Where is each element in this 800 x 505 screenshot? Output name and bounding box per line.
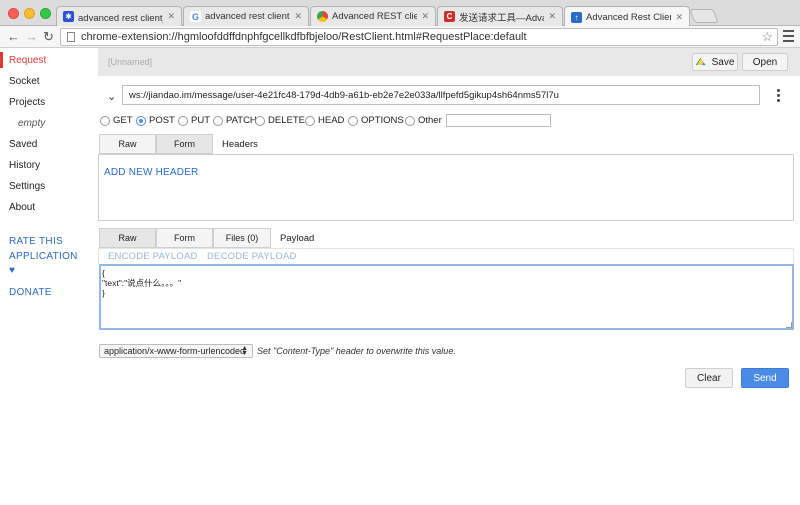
sidebar-item-settings[interactable]: Settings bbox=[9, 181, 45, 192]
close-icon[interactable]: ✕ bbox=[548, 11, 556, 22]
send-button[interactable]: Send bbox=[741, 368, 789, 388]
back-arrow-icon[interactable]: ← bbox=[7, 29, 20, 44]
page-icon bbox=[67, 32, 75, 42]
open-button[interactable]: Open bbox=[742, 53, 788, 71]
browser-tab-arc[interactable]: ↑ Advanced Rest Client Appl ✕ bbox=[564, 6, 690, 27]
active-indicator bbox=[0, 52, 3, 68]
method-radio-post[interactable]: POST bbox=[136, 115, 175, 126]
content-type-select[interactable]: application/x-www-form-urlencoded ▲ ▼ bbox=[99, 344, 253, 358]
browser-toolbar: ← → ↻ chrome-extension://hgmloofddffdnph… bbox=[0, 26, 800, 48]
encode-payload-button[interactable]: ENCODE PAYLOAD bbox=[108, 251, 198, 262]
bookmark-star-icon[interactable]: ☆ bbox=[761, 29, 773, 45]
payload-title: Payload bbox=[280, 233, 315, 244]
headers-tab-form[interactable]: Form bbox=[156, 134, 213, 154]
other-method-input[interactable] bbox=[446, 114, 551, 127]
sidebar-item-projects[interactable]: Projects bbox=[9, 97, 45, 108]
browser-tab-google[interactable]: G advanced rest client - Goo ✕ bbox=[183, 6, 309, 26]
minimize-window-button[interactable] bbox=[24, 8, 35, 19]
projects-empty-label: empty bbox=[18, 118, 46, 129]
headers-tab-raw[interactable]: Raw bbox=[99, 134, 156, 154]
reload-icon[interactable]: ↻ bbox=[43, 29, 54, 45]
headers-title: Headers bbox=[222, 139, 258, 150]
sidebar-item-history[interactable]: History bbox=[9, 160, 40, 171]
sidebar-item-about[interactable]: About bbox=[9, 202, 35, 213]
payload-textarea[interactable]: { "text":"说点什么。。。" } bbox=[99, 264, 794, 330]
method-radio-delete[interactable]: DELETE bbox=[255, 115, 305, 126]
payload-tab-files[interactable]: Files (0) bbox=[213, 228, 271, 248]
arc-app-icon: ↑ bbox=[571, 11, 582, 23]
method-radio-options[interactable]: OPTIONS bbox=[348, 115, 404, 126]
payload-tools-bar: ENCODE PAYLOAD DECODE PAYLOAD bbox=[98, 248, 794, 264]
sidebar-item-socket[interactable]: Socket bbox=[9, 76, 40, 87]
rate-app-link-line2[interactable]: APPLICATION bbox=[9, 251, 78, 262]
baidu-paw-icon: ✱ bbox=[63, 11, 74, 22]
close-window-button[interactable] bbox=[8, 8, 19, 19]
address-bar[interactable]: chrome-extension://hgmloofddffdnphfgcell… bbox=[60, 28, 778, 46]
method-radio-head[interactable]: HEAD bbox=[305, 115, 344, 126]
close-icon[interactable]: ✕ bbox=[294, 11, 302, 22]
clear-button[interactable]: Clear bbox=[685, 368, 733, 388]
new-tab-button[interactable] bbox=[689, 9, 719, 23]
more-options-icon[interactable] bbox=[777, 89, 780, 104]
method-radio-put[interactable]: PUT bbox=[178, 115, 210, 126]
headers-form-panel: ADD NEW HEADER bbox=[98, 154, 794, 221]
zoom-window-button[interactable] bbox=[40, 8, 51, 19]
heart-icon: ♥ bbox=[9, 265, 16, 276]
method-radio-get[interactable]: GET bbox=[100, 115, 133, 126]
method-radio-patch[interactable]: PATCH bbox=[213, 115, 257, 126]
add-new-header-link[interactable]: ADD NEW HEADER bbox=[104, 167, 198, 178]
browser-tab-csdn[interactable]: C 发送请求工具—Advanced R ✕ bbox=[437, 6, 563, 26]
decode-payload-button[interactable]: DECODE PAYLOAD bbox=[207, 251, 297, 262]
chevron-down-icon[interactable]: ⌄ bbox=[107, 90, 116, 103]
google-drive-icon bbox=[695, 57, 706, 66]
select-arrows-icon: ▲ ▼ bbox=[241, 345, 248, 357]
save-button[interactable]: Save bbox=[692, 53, 738, 71]
sidebar-item-request[interactable]: Request bbox=[9, 55, 46, 66]
method-radio-other[interactable]: Other bbox=[405, 115, 442, 126]
payload-tab-form[interactable]: Form bbox=[156, 228, 213, 248]
payload-tab-raw[interactable]: Raw bbox=[99, 228, 156, 248]
browser-tab-webstore[interactable]: Advanced REST client - Ch ✕ bbox=[310, 6, 436, 26]
chrome-webstore-icon bbox=[317, 11, 328, 22]
google-g-icon: G bbox=[190, 11, 201, 22]
sidebar: Request Socket Projects empty Saved Hist… bbox=[0, 48, 98, 505]
request-url-input[interactable]: ws://jiandao.im/message/user-4e21fc48-17… bbox=[122, 85, 760, 105]
resize-handle[interactable] bbox=[786, 322, 792, 328]
close-icon[interactable]: ✕ bbox=[421, 11, 429, 22]
csdn-c-icon: C bbox=[444, 11, 455, 22]
browser-tab-bar: ✱ advanced rest client_百度搜 ✕ G advanced … bbox=[0, 0, 800, 27]
content-type-hint: Set "Content-Type" header to overwrite t… bbox=[257, 346, 456, 356]
close-icon[interactable]: ✕ bbox=[167, 11, 175, 22]
sidebar-item-saved[interactable]: Saved bbox=[9, 139, 37, 150]
donate-link[interactable]: DONATE bbox=[9, 287, 52, 298]
close-icon[interactable]: ✕ bbox=[675, 12, 683, 23]
rate-app-link-line1[interactable]: RATE THIS bbox=[9, 236, 63, 247]
request-name-field[interactable]: [Unnamed] bbox=[108, 57, 152, 67]
forward-arrow-icon[interactable]: → bbox=[25, 29, 38, 44]
hamburger-menu-icon[interactable] bbox=[783, 30, 794, 45]
browser-tab-baidu[interactable]: ✱ advanced rest client_百度搜 ✕ bbox=[56, 6, 182, 26]
